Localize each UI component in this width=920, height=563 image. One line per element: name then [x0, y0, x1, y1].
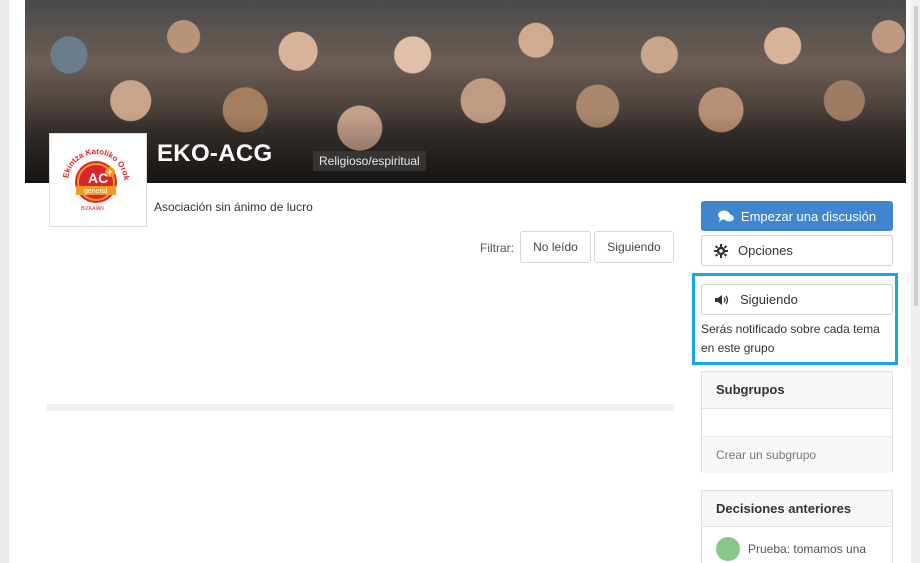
filter-label: Filtrar:: [480, 241, 514, 255]
decision-item[interactable]: Prueba: tomamos una: [702, 527, 892, 563]
start-discussion-button[interactable]: Empezar una discusión: [701, 201, 893, 231]
svg-text:general: general: [84, 188, 108, 195]
previous-decisions-title: Decisiones anteriores: [702, 491, 892, 527]
filter-unread-button[interactable]: No leído: [520, 231, 591, 263]
volume-icon: [715, 294, 729, 305]
group-page: Ekintza Katoliko Orokorra AC + general B…: [9, 0, 911, 563]
logo-emblem-icon: Ekintza Katoliko Orokorra AC + general B…: [58, 142, 131, 212]
options-button[interactable]: Opciones: [701, 235, 893, 266]
start-discussion-label: Empezar una discusión: [740, 208, 877, 224]
subgroups-title: Subgrupos: [702, 372, 892, 409]
group-subtitle: Asociación sin ánimo de lucro: [154, 200, 313, 214]
chat-bubbles-icon: [717, 210, 734, 222]
decision-status-icon: [716, 537, 740, 561]
following-toggle-button[interactable]: Siguiendo: [701, 284, 893, 315]
decision-text: Prueba: tomamos una: [748, 542, 867, 556]
scrollbar-thumb[interactable]: [914, 6, 918, 306]
category-badge[interactable]: Religioso/espiritual: [313, 151, 426, 171]
gear-icon: [714, 243, 728, 258]
follow-notification-note: Serás notificado sobre cada tema en este…: [701, 322, 880, 355]
filter-following-button[interactable]: Siguiendo: [594, 231, 674, 263]
following-label: Siguiendo: [740, 292, 798, 307]
options-label: Opciones: [738, 243, 793, 258]
create-subgroup-link[interactable]: Crear un subgrupo: [702, 437, 892, 473]
svg-text:BIZKAIAN: BIZKAIAN: [81, 206, 104, 212]
subgroups-panel: Subgrupos Crear un subgrupo: [701, 371, 893, 473]
group-title: EKO-ACG: [157, 140, 273, 167]
thread-list-divider: [47, 404, 674, 411]
previous-decisions-panel: Decisiones anteriores Prueba: tomamos un…: [701, 490, 893, 563]
subgroups-empty: [702, 409, 892, 437]
group-logo[interactable]: Ekintza Katoliko Orokorra AC + general B…: [49, 133, 147, 227]
svg-text:+: +: [107, 167, 112, 177]
